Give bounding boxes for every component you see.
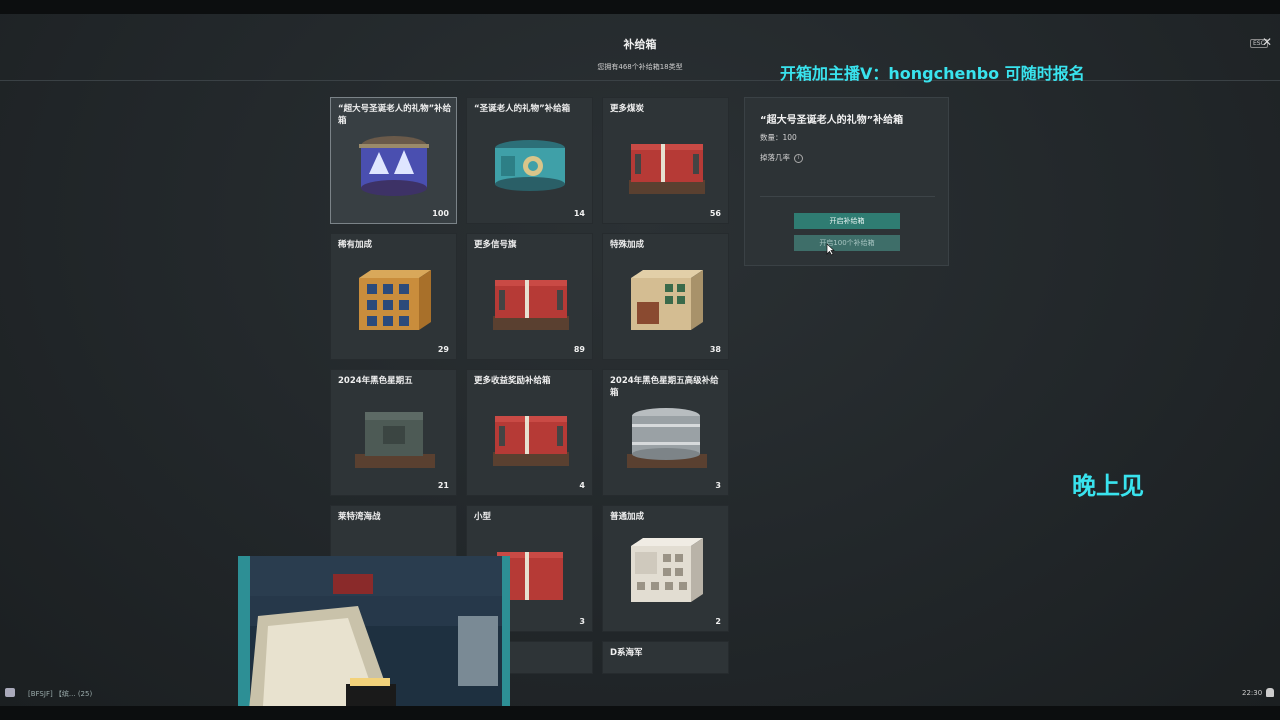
container-name: 特殊加成 (610, 240, 645, 250)
container-count: 3 (579, 617, 585, 626)
container-card[interactable]: D系海军 (602, 641, 729, 674)
header-divider (0, 80, 1280, 81)
container-count: 2 (715, 617, 721, 626)
close-icon[interactable]: ✕ (1262, 35, 1272, 49)
container-image (349, 396, 439, 476)
container-image (621, 260, 711, 340)
container-name: 稀有加成 (338, 240, 373, 250)
drop-rate-text: 掉落几率 (760, 153, 790, 162)
page-title: 补给箱 (623, 38, 657, 51)
container-card[interactable]: 更多收益奖励补给箱 4 (466, 369, 593, 496)
page-subtitle: 您拥有468个补给箱18类型 (597, 63, 683, 71)
detail-quantity: 数量：100 (760, 133, 797, 142)
container-image (485, 396, 575, 476)
chat-icon[interactable] (5, 688, 15, 697)
detail-panel: “超大号圣诞老人的礼物”补给箱 数量：100 掉落几率 i 开启补给箱 开启100… (744, 97, 949, 266)
bottom-bar (0, 706, 1280, 720)
container-count: 21 (437, 481, 449, 490)
clock: 22:30 (1242, 689, 1263, 697)
container-name: 更多收益奖励补给箱 (474, 376, 551, 386)
info-icon[interactable]: i (794, 153, 803, 163)
stream-overlay-night: 晚上见 (1072, 472, 1144, 500)
container-card[interactable]: “圣诞老人的礼物”补给箱 14 (466, 97, 593, 224)
open-100-containers-button[interactable]: 开启100个补给箱 (794, 235, 900, 251)
container-image (485, 124, 575, 204)
container-card[interactable]: 特殊加成 38 (602, 233, 729, 360)
container-image (621, 532, 711, 612)
container-image (349, 260, 439, 340)
container-count: 38 (709, 345, 721, 354)
container-card[interactable]: 2024年黑色星期五 21 (330, 369, 457, 496)
top-bar (0, 0, 1280, 14)
container-card[interactable]: “超大号圣诞老人的礼物”补给箱 100 (330, 97, 457, 224)
container-card[interactable]: 2024年黑色星期五高级补给箱 3 (602, 369, 729, 496)
container-count: 100 (432, 209, 449, 218)
container-card[interactable]: 稀有加成 29 (330, 233, 457, 360)
open-container-button[interactable]: 开启补给箱 (794, 213, 900, 229)
container-image (349, 124, 439, 204)
container-name: 更多信号旗 (474, 240, 517, 250)
container-count: 4 (579, 481, 585, 490)
container-card[interactable]: 普通加成 2 (602, 505, 729, 632)
detail-title: “超大号圣诞老人的礼物”补给箱 (760, 115, 904, 126)
mouse-cursor-icon (826, 243, 835, 256)
container-count: 3 (715, 481, 721, 490)
container-count: 56 (709, 209, 721, 218)
container-image (621, 396, 711, 476)
stream-overlay-promo: 开箱加主播V：hongchenbo 可随时报名 (780, 64, 1085, 83)
container-image (485, 260, 575, 340)
container-name: D系海军 (610, 648, 643, 658)
clan-tag[interactable]: [BFSJF] 【缤... (25) (28, 689, 92, 699)
container-name: 小型 (474, 512, 492, 522)
container-name: 2024年黑色星期五 (338, 376, 413, 386)
container-name: 普通加成 (610, 512, 645, 522)
container-count: 89 (573, 345, 585, 354)
container-count: 14 (573, 209, 585, 218)
notification-bell-icon[interactable] (1266, 688, 1274, 697)
container-name: 莱特湾海战 (338, 512, 381, 522)
container-card[interactable]: 更多煤炭 56 (602, 97, 729, 224)
container-card[interactable]: 更多信号旗 89 (466, 233, 593, 360)
webcam-overlay (238, 556, 510, 720)
container-name: “圣诞老人的礼物”补给箱 (474, 104, 571, 114)
panel-divider (760, 196, 935, 197)
container-count: 29 (437, 345, 449, 354)
container-name: 更多煤炭 (610, 104, 645, 114)
webcam-scene (238, 556, 510, 720)
drop-rate-label[interactable]: 掉落几率 i (760, 152, 803, 163)
container-image (621, 124, 711, 204)
